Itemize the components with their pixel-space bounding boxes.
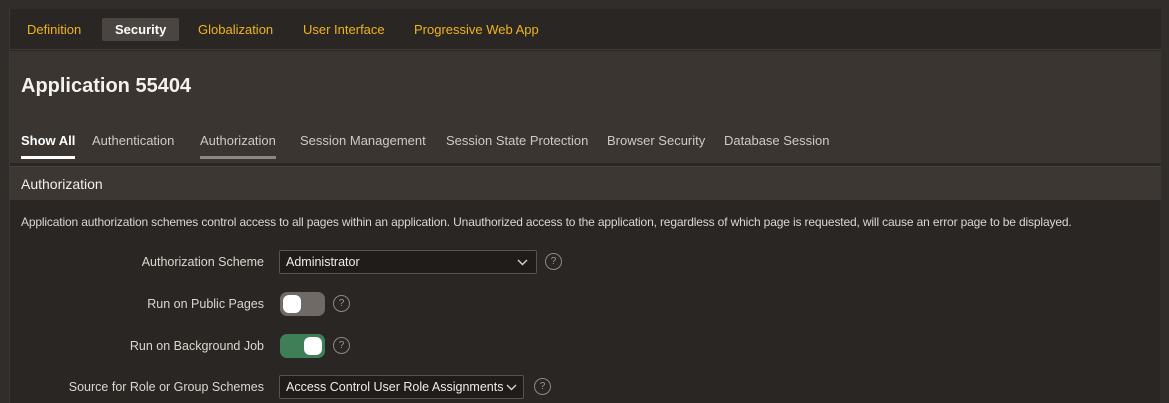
subtab-browser-security[interactable]: Browser Security — [607, 131, 705, 151]
source-for-role-value: Access Control User Role Assignments — [286, 380, 504, 394]
chevron-down-icon — [516, 251, 528, 273]
authorization-scheme-select[interactable]: Administrator — [279, 250, 537, 274]
run-on-public-pages-toggle[interactable] — [280, 292, 325, 316]
section-header: Authorization — [10, 166, 1161, 200]
help-icon[interactable]: ? — [534, 378, 551, 395]
source-for-role-select[interactable]: Access Control User Role Assignments — [279, 375, 524, 399]
subtab-session-management[interactable]: Session Management — [300, 131, 426, 151]
top-tab-bar: Definition Security Globalization User I… — [10, 9, 1161, 50]
run-on-background-job-toggle[interactable] — [280, 334, 325, 358]
tab-definition[interactable]: Definition — [27, 18, 81, 41]
run-on-public-pages-label: Run on Public Pages — [147, 297, 264, 311]
authorization-scheme-value: Administrator — [286, 255, 360, 269]
section-description: Application authorization schemes contro… — [21, 215, 1072, 229]
subtab-database-session[interactable]: Database Session — [724, 131, 830, 151]
help-icon[interactable]: ? — [545, 253, 562, 270]
source-for-role-label: Source for Role or Group Schemes — [68, 380, 264, 394]
authorization-scheme-label: Authorization Scheme — [141, 255, 264, 269]
run-on-background-job-label: Run on Background Job — [129, 339, 264, 353]
chevron-down-icon — [505, 376, 517, 398]
subtab-authentication[interactable]: Authentication — [92, 131, 174, 151]
subtab-session-state-protection[interactable]: Session State Protection — [446, 131, 588, 151]
tab-progressive-web-app[interactable]: Progressive Web App — [414, 18, 539, 41]
toggle-knob — [304, 337, 322, 355]
subtab-authorization[interactable]: Authorization — [200, 131, 276, 159]
help-icon[interactable]: ? — [333, 337, 350, 354]
toggle-knob — [283, 295, 301, 313]
help-icon[interactable]: ? — [333, 295, 350, 312]
app-frame: Definition Security Globalization User I… — [9, 9, 1161, 403]
tab-security[interactable]: Security — [102, 18, 180, 41]
section-title: Authorization — [21, 176, 103, 192]
subtab-show-all[interactable]: Show All — [21, 131, 76, 159]
tab-globalization[interactable]: Globalization — [198, 18, 273, 41]
tab-user-interface[interactable]: User Interface — [303, 18, 385, 41]
page-header: Application 55404 Show All Authenticatio… — [10, 51, 1161, 163]
page-title: Application 55404 — [21, 75, 192, 97]
